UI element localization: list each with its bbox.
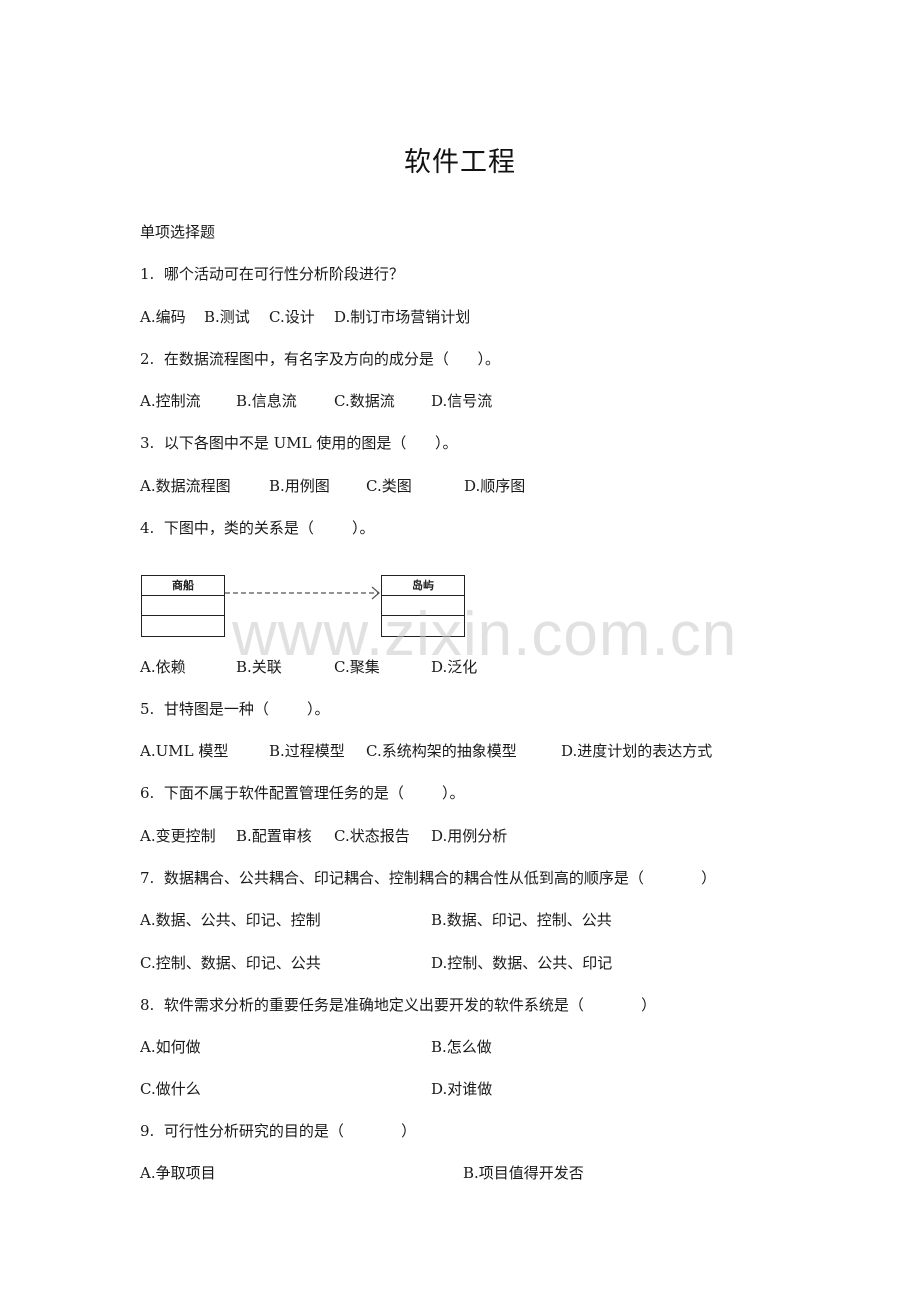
question-4-stem: 4. 下图中，类的关系是（ ）。 (140, 519, 375, 537)
uml-class-target: 岛屿 (381, 575, 465, 637)
question-8-option-c: C.做什么 (140, 1080, 201, 1098)
question-5-option-b: B.过程模型 (269, 742, 345, 760)
uml-attributes-compartment (142, 596, 224, 616)
question-3-option-b: B.用例图 (269, 477, 330, 495)
question-2-stem: 2. 在数据流程图中，有名字及方向的成分是（ ）。 (140, 350, 500, 368)
question-5-option-a: A.UML 模型 (140, 742, 229, 760)
question-3-stem: 3. 以下各图中不是 UML 使用的图是（ ）。 (140, 434, 458, 452)
question-1-option-a: A.编码 (140, 308, 186, 326)
question-8-stem: 8. 软件需求分析的重要任务是准确地定义出要开发的软件系统是（ ） (140, 996, 657, 1014)
question-2-option-c: C.数据流 (334, 392, 395, 410)
uml-operations-compartment (142, 616, 224, 636)
section-heading: 单项选择题 (140, 223, 216, 241)
question-4-option-d: D.泛化 (431, 658, 478, 676)
question-7-stem: 7. 数据耦合、公共耦合、印记耦合、控制耦合的耦合性从低到高的顺序是（ ） (140, 869, 717, 887)
question-8-option-a: A.如何做 (140, 1038, 201, 1056)
question-9-option-a: A.争取项目 (140, 1164, 216, 1182)
question-6-option-b: B.配置审核 (236, 827, 312, 845)
question-7-option-c: C.控制、数据、印记、公共 (140, 954, 321, 972)
question-7-option-b: B.数据、印记、控制、公共 (431, 911, 612, 929)
document-title: 软件工程 (404, 147, 516, 178)
question-3-option-d: D.顺序图 (464, 477, 526, 495)
uml-operations-compartment (382, 616, 464, 636)
question-5-stem: 5. 甘特图是一种（ ）。 (140, 700, 330, 718)
question-3-option-a: A.数据流程图 (140, 477, 231, 495)
question-1-stem: 1. 哪个活动可在可行性分析阶段进行？ (140, 265, 404, 283)
question-7-option-d: D.控制、数据、公共、印记 (431, 954, 613, 972)
question-7-option-a: A.数据、公共、印记、控制 (140, 911, 321, 929)
uml-class-name: 岛屿 (382, 576, 464, 596)
question-1-option-c: C.设计 (269, 308, 315, 326)
question-5-option-d: D.进度计划的表达方式 (561, 742, 713, 760)
question-8-option-b: B.怎么做 (431, 1038, 492, 1056)
question-3-option-c: C.类图 (366, 477, 412, 495)
uml-class-name: 商船 (142, 576, 224, 596)
document-page: 软件工程 单项选择题 1. 哪个活动可在可行性分析阶段进行？ A.编码 B.测试… (0, 0, 920, 1302)
uml-class-source: 商船 (141, 575, 225, 637)
question-1-option-d: D.制订市场营销计划 (334, 308, 471, 326)
question-4-option-c: C.聚集 (334, 658, 380, 676)
uml-attributes-compartment (382, 596, 464, 616)
question-6-option-d: D.用例分析 (431, 827, 508, 845)
question-2-option-b: B.信息流 (236, 392, 297, 410)
question-9-stem: 9. 可行性分析研究的目的是（ ） (140, 1122, 417, 1140)
question-5-option-c: C.系统构架的抽象模型 (366, 742, 517, 760)
question-1-option-b: B.测试 (204, 308, 250, 326)
watermark: www.zixin.com.cn (232, 600, 738, 669)
question-4-option-a: A.依赖 (140, 658, 186, 676)
question-4-option-b: B.关联 (236, 658, 282, 676)
question-8-option-d: D.对谁做 (431, 1080, 493, 1098)
question-6-stem: 6. 下面不属于软件配置管理任务的是（ ）。 (140, 784, 465, 802)
question-9-option-b: B.项目值得开发否 (463, 1164, 584, 1182)
question-6-option-c: C.状态报告 (334, 827, 410, 845)
dependency-arrow-icon (225, 586, 380, 600)
question-2-option-d: D.信号流 (431, 392, 493, 410)
question-6-option-a: A.变更控制 (140, 827, 216, 845)
question-2-option-a: A.控制流 (140, 392, 201, 410)
